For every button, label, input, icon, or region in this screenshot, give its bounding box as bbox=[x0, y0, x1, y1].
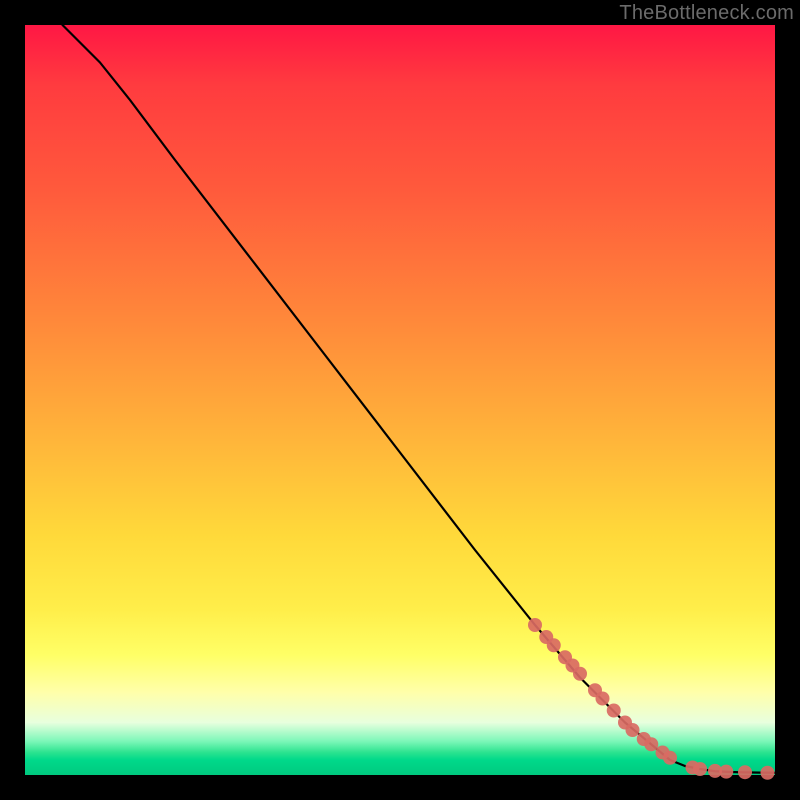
watermark-text: TheBottleneck.com bbox=[619, 2, 794, 25]
curve-line bbox=[63, 25, 776, 773]
plot-area bbox=[25, 25, 775, 775]
chart-frame: TheBottleneck.com bbox=[0, 0, 800, 800]
chart-svg bbox=[25, 25, 775, 775]
highlight-dots bbox=[528, 618, 775, 780]
